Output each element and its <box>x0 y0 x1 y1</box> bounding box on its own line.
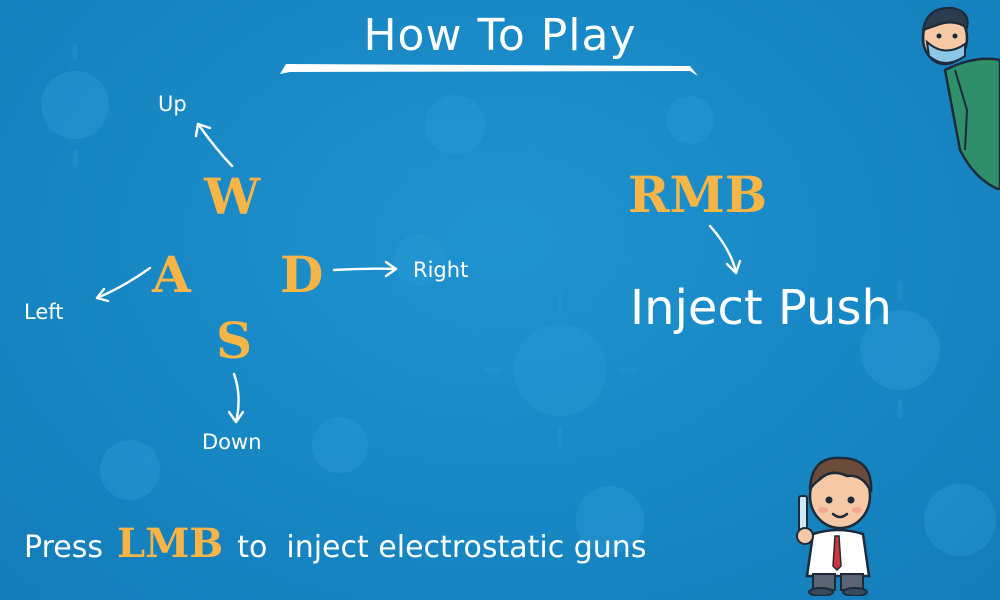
instruction-line: Press LMB to inject electrostatic guns <box>24 520 646 567</box>
doctor-corner-icon <box>921 6 1000 190</box>
arrow-right-icon <box>332 260 398 278</box>
key-lmb: LMB <box>116 520 224 567</box>
instruction-suffix: to inject electrostatic guns <box>237 530 647 565</box>
instruction-prefix: Press <box>24 530 103 565</box>
arrow-left-icon <box>95 266 152 303</box>
doctor-character-icon <box>796 456 873 596</box>
how-to-play-screen: How To Play W A D S Up Left Right Down R… <box>0 0 1000 600</box>
arrow-up-icon <box>194 122 234 168</box>
arrow-down-icon <box>227 372 245 424</box>
arrow-rmb-icon <box>708 224 742 275</box>
key-rmb: RMB <box>628 165 768 224</box>
label-inject-push: Inject Push <box>630 280 892 336</box>
